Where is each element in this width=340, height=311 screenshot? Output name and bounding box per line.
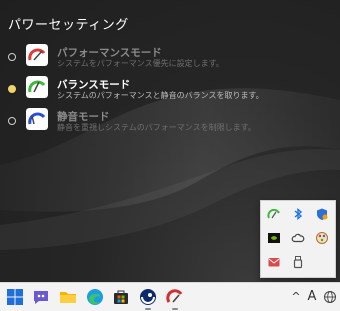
speedometer-green-icon bbox=[26, 76, 48, 98]
file-explorer-icon[interactable] bbox=[58, 287, 78, 307]
mode-description: システムをパフォーマンス優先に設定します。 bbox=[57, 59, 224, 68]
flyout-title: パワーセッティング bbox=[8, 18, 129, 33]
cinema4d-icon[interactable] bbox=[138, 287, 158, 310]
mode-balance[interactable]: バランスモード システムのパフォーマンスと静音のバランスを取ります。 bbox=[0, 76, 340, 106]
speedometer-red-icon bbox=[26, 44, 48, 66]
usb-drive-icon[interactable] bbox=[291, 255, 305, 269]
mode-performance[interactable]: パフォーマンスモード システムをパフォーマンス優先に設定します。 bbox=[0, 44, 340, 74]
mail-icon[interactable] bbox=[267, 255, 281, 269]
show-hidden-icons-chevron[interactable]: ^ bbox=[289, 287, 303, 307]
store-icon[interactable] bbox=[111, 287, 131, 307]
security-shield-icon[interactable] bbox=[315, 207, 329, 221]
ime-indicator[interactable]: A bbox=[305, 287, 319, 307]
mode-description: 静音を重視しシステムのパフォーマンスを制限します。 bbox=[57, 123, 256, 132]
mode-radio[interactable] bbox=[8, 117, 16, 125]
globe-icon[interactable] bbox=[322, 287, 338, 307]
tray-overflow-popup bbox=[260, 200, 336, 278]
speedometer-blue-icon bbox=[26, 108, 48, 130]
start-icon[interactable] bbox=[5, 287, 25, 307]
mode-radio[interactable] bbox=[8, 53, 16, 61]
cloud-icon[interactable] bbox=[291, 231, 305, 245]
nvidia-icon[interactable] bbox=[267, 231, 281, 245]
taskbar: ^ A bbox=[0, 282, 340, 311]
chat-icon[interactable] bbox=[31, 287, 51, 307]
mode-silent[interactable]: 静音モード 静音を重視しシステムのパフォーマンスを制限します。 bbox=[0, 108, 340, 138]
settings-palette-icon[interactable] bbox=[315, 231, 329, 245]
power-settings-app-icon[interactable] bbox=[165, 287, 185, 310]
bluetooth-icon[interactable] bbox=[291, 207, 305, 221]
power-gauge-icon[interactable] bbox=[267, 207, 281, 221]
edge-icon[interactable] bbox=[85, 287, 105, 307]
mode-radio-selected[interactable] bbox=[8, 85, 16, 93]
mode-description: システムのパフォーマンスと静音のバランスを取ります。 bbox=[57, 91, 264, 100]
